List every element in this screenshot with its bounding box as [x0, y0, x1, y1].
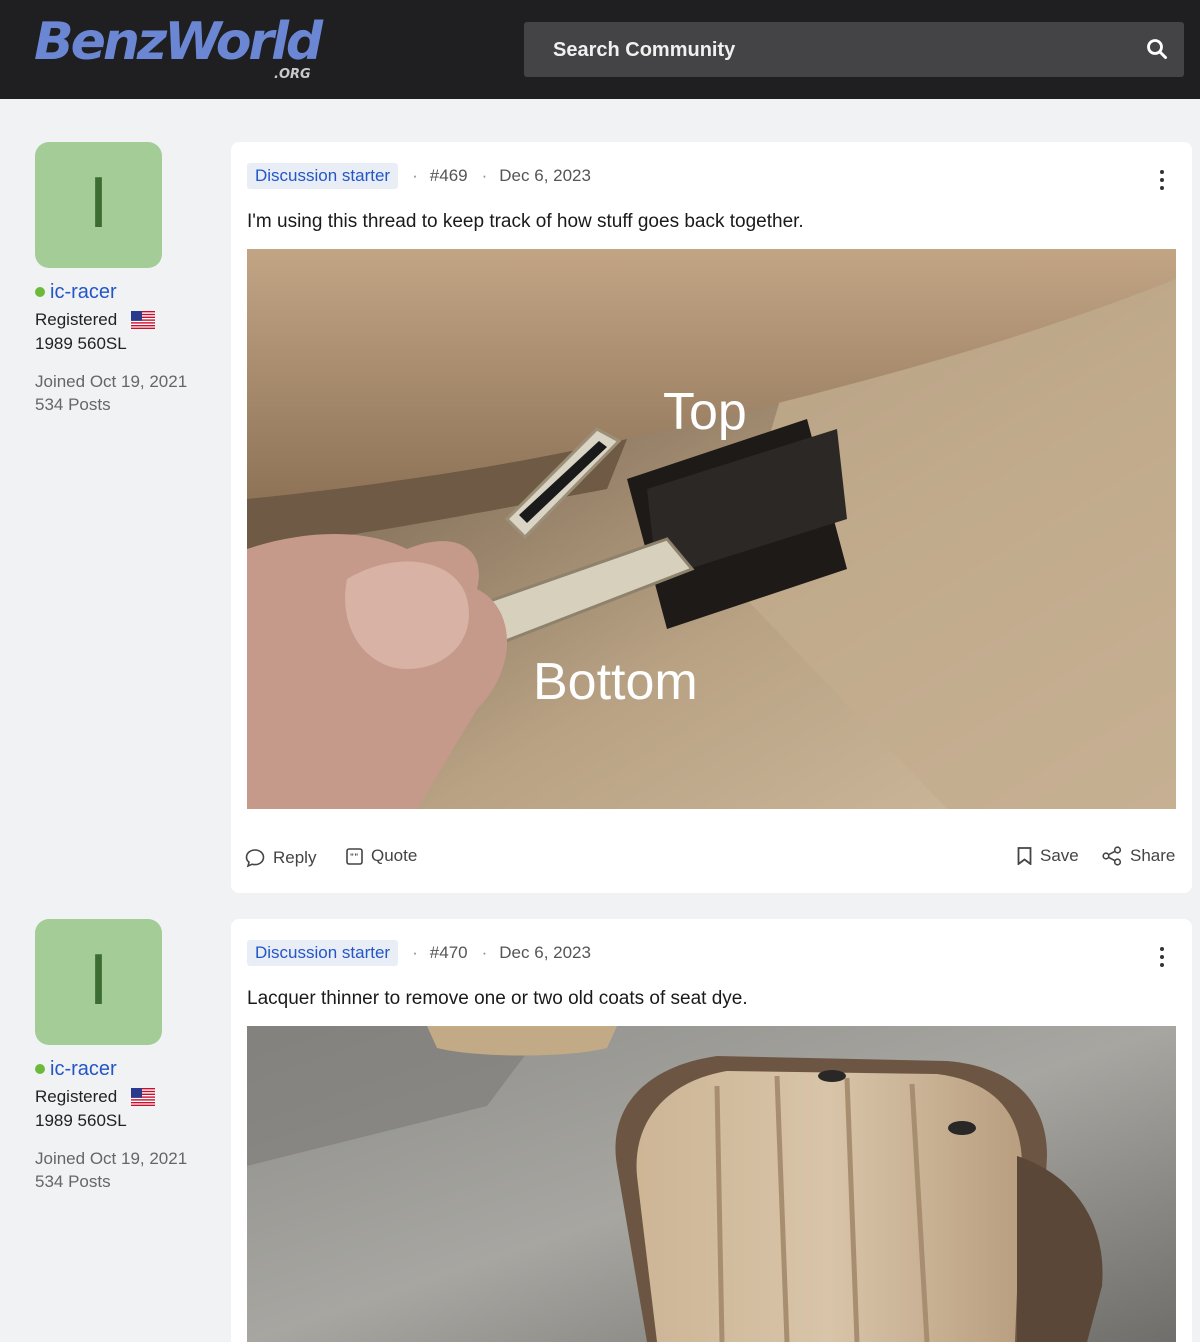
search-placeholder: Search Community — [553, 39, 736, 61]
flag-icon — [131, 311, 156, 329]
svg-text:": " — [354, 852, 358, 861]
user-role: Registered — [35, 310, 118, 329]
avatar-letter: I — [88, 163, 109, 243]
post-image[interactable] — [247, 1026, 1176, 1342]
user-role: Registered — [35, 1087, 118, 1106]
share-icon — [1102, 846, 1122, 866]
post-actions: Reply " " Quote Save Share — [245, 846, 1176, 872]
avatar[interactable]: I — [35, 142, 162, 268]
logo-text: BenzWorld — [34, 12, 323, 72]
site-header: BenzWorld .ORG Search Community — [0, 0, 1200, 99]
reply-label: Reply — [273, 848, 317, 867]
avatar-letter: I — [88, 940, 109, 1020]
image-label-top: Top — [663, 383, 747, 441]
flag-icon — [131, 1088, 156, 1106]
svg-text:": " — [350, 852, 354, 861]
quote-button[interactable]: " " Quote — [346, 846, 417, 866]
joined-date: Joined Oct 19, 2021 — [35, 1149, 188, 1168]
post-count: 534 Posts — [35, 395, 111, 414]
search-input[interactable]: Search Community — [524, 22, 1184, 77]
logo-suffix: .ORG — [274, 67, 311, 82]
post-count: 534 Posts — [35, 1172, 111, 1191]
user-info: ic-racer Registered 1989 560SL Joined Oc… — [35, 280, 225, 415]
user-info: ic-racer Registered 1989 560SL Joined Oc… — [35, 1057, 225, 1192]
discussion-starter-badge: Discussion starter — [247, 163, 399, 189]
quote-label: Quote — [371, 846, 418, 865]
online-indicator — [35, 287, 45, 297]
save-label: Save — [1040, 846, 1079, 865]
save-icon — [1017, 847, 1032, 865]
post-image[interactable]: Top Bottom — [247, 249, 1176, 809]
post-card: Discussion starter · #469 · Dec 6, 2023 … — [231, 142, 1192, 893]
post-meta: Discussion starter · #469 · Dec 6, 2023 — [247, 163, 591, 189]
reply-button[interactable]: Reply — [245, 848, 316, 868]
share-label: Share — [1130, 846, 1176, 865]
avatar[interactable]: I — [35, 919, 162, 1045]
post-date: Dec 6, 2023 — [499, 166, 591, 185]
save-button[interactable]: Save — [1017, 846, 1079, 866]
more-options-icon[interactable] — [1160, 947, 1166, 969]
discussion-starter-badge: Discussion starter — [247, 940, 399, 966]
post-body: I'm using this thread to keep track of h… — [247, 211, 804, 232]
username-link[interactable]: ic-racer — [50, 1058, 117, 1081]
quote-icon: " " — [346, 847, 363, 865]
reply-icon — [245, 849, 265, 868]
username-link[interactable]: ic-racer — [50, 281, 117, 304]
post-date: Dec 6, 2023 — [499, 943, 591, 962]
site-logo[interactable]: BenzWorld .ORG — [34, 12, 324, 88]
more-options-icon[interactable] — [1160, 170, 1166, 192]
post-card: Discussion starter · #470 · Dec 6, 2023 … — [231, 919, 1192, 1342]
post-number-link[interactable]: #470 — [430, 943, 468, 963]
search-icon[interactable] — [1146, 38, 1168, 60]
joined-date: Joined Oct 19, 2021 — [35, 372, 188, 391]
user-car: 1989 560SL — [35, 334, 127, 353]
post-meta: Discussion starter · #470 · Dec 6, 2023 — [247, 940, 591, 966]
online-indicator — [35, 1064, 45, 1074]
image-label-bottom: Bottom — [533, 653, 698, 711]
user-car: 1989 560SL — [35, 1111, 127, 1130]
share-button[interactable]: Share — [1102, 846, 1175, 866]
post-number-link[interactable]: #469 — [430, 166, 468, 186]
post-body: Lacquer thinner to remove one or two old… — [247, 988, 748, 1009]
